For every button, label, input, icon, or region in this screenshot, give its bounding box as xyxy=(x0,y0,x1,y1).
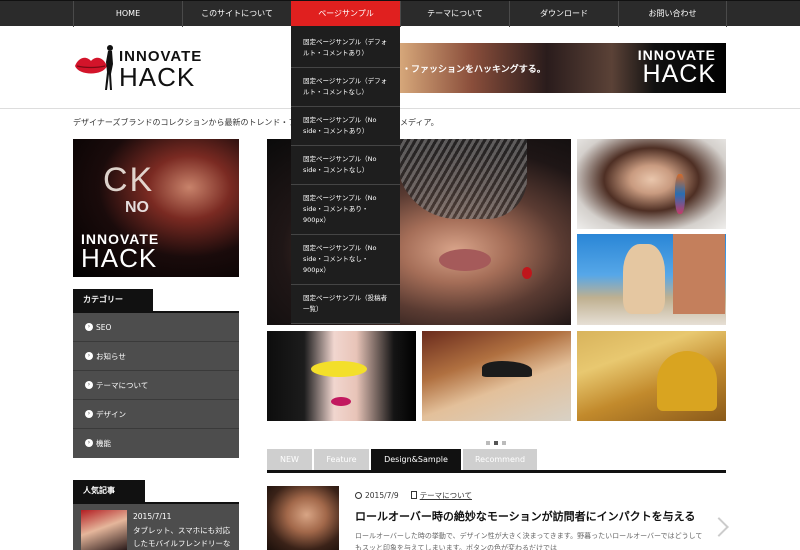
banner-tagline: ・ファッションをハッキングする。 xyxy=(402,65,546,75)
nav-item-theme[interactable]: テーマについて xyxy=(400,1,509,27)
document-icon xyxy=(410,491,417,499)
article-category-link[interactable]: テーマについて xyxy=(420,491,472,500)
category-item-news[interactable]: › お知らせ xyxy=(73,342,239,371)
popular-post-date: 2015/7/11 xyxy=(133,512,172,521)
chevron-right-icon: › xyxy=(85,410,93,418)
category-item-seo[interactable]: › SEO xyxy=(73,313,239,342)
dropdown-item[interactable]: 固定ページサンプル（No side・コメントあり） xyxy=(291,107,400,146)
article-title[interactable]: ロールオーバー時の絶妙なモーションが訪問者にインパクトを与える xyxy=(355,508,695,524)
top-navigation: HOME このサイトについて ページサンプル テーマについて ダウンロード お問… xyxy=(0,0,800,32)
category-item-theme[interactable]: › テーマについて xyxy=(73,371,239,400)
photo-detail xyxy=(522,267,532,279)
photo-detail xyxy=(657,351,717,411)
dropdown-item[interactable]: 固定ページサンプル（投稿者一覧） xyxy=(291,285,400,324)
header-divider xyxy=(0,108,800,109)
banner-text-hack: HACK xyxy=(642,60,716,88)
chevron-right-icon: › xyxy=(85,352,93,360)
tab-design-sample[interactable]: Design&Sample xyxy=(371,449,461,470)
popular-widget-header: 人気記事 xyxy=(73,480,239,504)
sidebar-banner-hack: HACK xyxy=(81,243,158,273)
dropdown-item[interactable]: 固定ページサンプル（No side・コメントあり・900px） xyxy=(291,185,400,235)
slider-dot-active[interactable] xyxy=(494,441,498,445)
photo-detail xyxy=(623,244,665,314)
slider-pagination xyxy=(484,430,508,449)
category-item-design[interactable]: › デザイン xyxy=(73,400,239,429)
photo-detail xyxy=(331,397,351,406)
category-label: SEO xyxy=(96,323,112,332)
gallery-photo-rooftop[interactable] xyxy=(577,234,726,325)
photo-detail xyxy=(673,234,725,314)
category-label: デザイン xyxy=(96,410,126,419)
logo-text-hack: HACK xyxy=(119,62,196,92)
sidebar-banner-ck: CK xyxy=(103,161,155,199)
post-tabs: NEW Feature Design&Sample Recommend xyxy=(267,449,726,473)
category-label: お知らせ xyxy=(96,352,126,361)
sidebar-banner-no: NO xyxy=(125,199,149,216)
nav-item-page-sample[interactable]: ページサンプル xyxy=(291,1,400,32)
gallery-photo-earring[interactable] xyxy=(577,139,726,229)
tab-feature[interactable]: Feature xyxy=(314,449,369,470)
photo-detail xyxy=(439,249,491,271)
chevron-right-icon: › xyxy=(85,439,93,447)
nav-item-about[interactable]: このサイトについて xyxy=(182,1,291,27)
article-date: 2015/7/9 xyxy=(365,491,399,500)
page-sample-dropdown: 固定ページサンプル（デフォルト・コメントあり） 固定ページサンプル（デフォルト・… xyxy=(291,26,400,324)
sidebar-banner[interactable]: CK NO INNOVATE HACK xyxy=(73,139,239,277)
silhouette-logo-icon xyxy=(105,45,113,90)
site-description-tail: メディア。 xyxy=(400,118,439,127)
chevron-right-icon: › xyxy=(85,323,93,331)
photo-detail xyxy=(311,361,367,377)
gallery-photo-makeup[interactable] xyxy=(267,331,416,421)
category-item-features[interactable]: › 機能 xyxy=(73,429,239,458)
popular-post[interactable]: 2015/7/11 タブレット、スマホにも対応したモバイルフレンドリーな xyxy=(73,504,239,550)
dropdown-item[interactable]: 固定ページサンプル（デフォルト・コメントなし） xyxy=(291,68,400,107)
chevron-right-icon: › xyxy=(85,381,93,389)
slider-dot[interactable] xyxy=(486,441,490,445)
article-excerpt: ロールオーバーした時の挙動で、デザイン性が大きく決まってきます。野暮ったいロール… xyxy=(355,532,703,550)
tab-new[interactable]: NEW xyxy=(267,449,312,470)
photo-detail xyxy=(397,139,527,219)
article-meta: 2015/7/9 テーマについて xyxy=(355,490,472,501)
site-description: デザイナーズブランドのコレクションから最新のトレンド・ファッ xyxy=(73,118,313,127)
popular-post-thumbnail[interactable] xyxy=(81,510,127,550)
dropdown-item[interactable]: 固定ページサンプル（No side・コメントなし・900px） xyxy=(291,235,400,285)
nav-item-download[interactable]: ダウンロード xyxy=(509,1,618,27)
nav-item-contact[interactable]: お問い合わせ xyxy=(618,1,727,27)
article-thumbnail[interactable] xyxy=(267,486,339,550)
popular-post-title[interactable]: タブレット、スマホにも対応したモバイルフレンドリーな xyxy=(133,524,233,550)
category-label: 機能 xyxy=(96,439,111,448)
header-banner[interactable]: ・ファッションをハッキングする。 INNOVATE HACK xyxy=(400,43,726,93)
category-widget-header: カテゴリー xyxy=(73,289,239,313)
gallery-photo-sofa[interactable] xyxy=(577,331,726,421)
photo-detail xyxy=(482,361,532,377)
popular-widget-title: 人気記事 xyxy=(73,480,145,502)
category-label: テーマについて xyxy=(96,381,149,390)
slider-dot[interactable] xyxy=(502,441,506,445)
tab-recommend[interactable]: Recommend xyxy=(463,449,537,470)
dropdown-item[interactable]: 固定ページサンプル（No side・コメントなし） xyxy=(291,146,400,185)
nav-item-home[interactable]: HOME xyxy=(73,1,182,27)
category-list: › SEO › お知らせ › テーマについて › デザイン › 機能 xyxy=(73,313,239,458)
photo-detail xyxy=(675,174,685,214)
category-widget-title: カテゴリー xyxy=(73,289,153,311)
clock-icon xyxy=(355,491,362,499)
dropdown-item[interactable]: 固定ページサンプル（デフォルト・コメントあり） xyxy=(291,26,400,68)
chevron-right-icon[interactable] xyxy=(709,517,729,537)
gallery-photo-shoes[interactable] xyxy=(422,331,571,421)
site-logo[interactable]: INNOVATE HACK xyxy=(73,44,213,94)
